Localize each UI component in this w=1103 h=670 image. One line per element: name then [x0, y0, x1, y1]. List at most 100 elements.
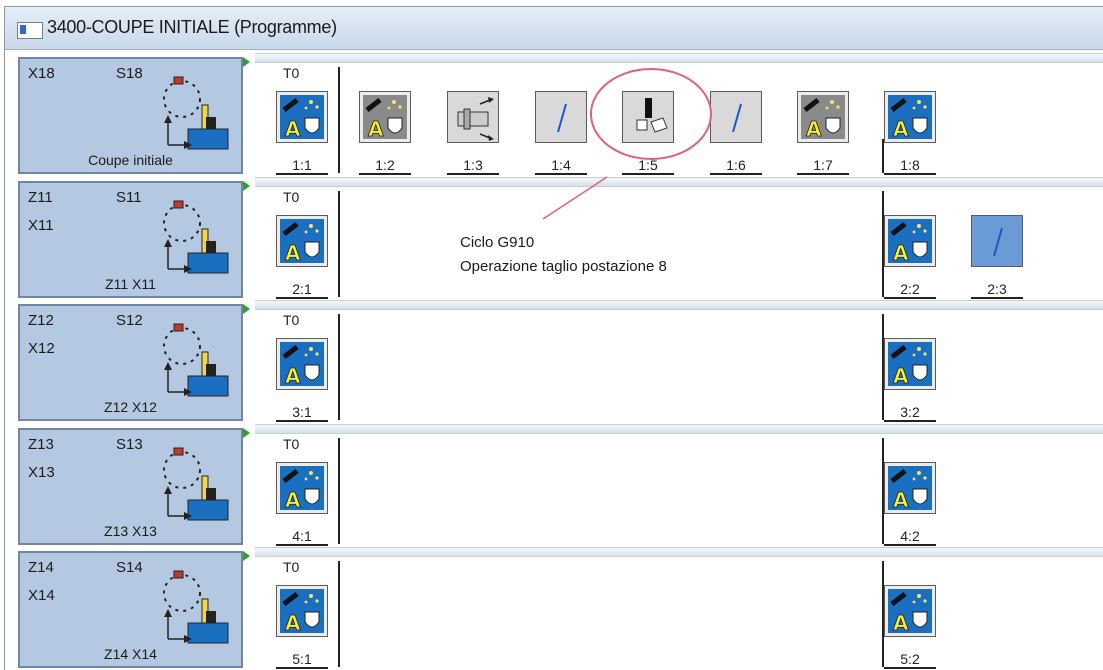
channel-header[interactable]: Z11 X11 S11 Z11 X11: [18, 181, 250, 298]
channel-row: X18 S18 Coupe initiale T0 A 1:1 A 1:2 1:3 1:4 1:5 1…: [5, 53, 1103, 176]
timeline-marker: [882, 139, 884, 173]
operation-1-3-button[interactable]: [447, 91, 499, 143]
channel-row: Z13 X13 S13 Z13 X13 T0 A 4:1 A 4:2: [5, 424, 1103, 547]
operation-label: 1:5: [638, 157, 658, 173]
operation-1-8-button[interactable]: A: [884, 91, 936, 143]
svg-text:A: A: [893, 117, 909, 141]
timeline-marker: [338, 438, 340, 544]
operation-baseline: [276, 544, 328, 546]
operation-baseline: [359, 173, 411, 175]
operation-label: 2:1: [292, 281, 312, 297]
channel-name: Z14 X14: [104, 646, 157, 662]
svg-text:A: A: [285, 488, 301, 512]
operation-1-1-button[interactable]: A: [276, 91, 328, 143]
channel-header[interactable]: Z12 X12 S12 Z12 X12: [18, 304, 250, 421]
channel-row: Z14 X14 S14 Z14 X14 T0 A 5:1 A 5:2: [5, 547, 1103, 670]
turret-icon: [163, 200, 229, 274]
operation-5-2-button[interactable]: A: [884, 585, 936, 637]
window-title: 3400-COUPE INITIALE (Programme): [47, 17, 337, 37]
tool-t0-label: T0: [283, 436, 300, 452]
operation-label: 4:2: [900, 528, 920, 544]
channel-name: Z13 X13: [104, 523, 157, 539]
operation-3-1-button[interactable]: A: [276, 338, 328, 390]
timeline-marker: [338, 314, 340, 420]
tool-icon: A: [888, 219, 932, 265]
annotation-line1: Ciclo G910: [460, 234, 535, 251]
title-bar[interactable]: 3400-COUPE INITIALE (Programme): [5, 7, 1103, 50]
operation-baseline: [276, 420, 328, 422]
svg-text:A: A: [285, 117, 301, 141]
channel-header[interactable]: X18 S18 Coupe initiale: [18, 57, 250, 174]
turret-icon: [163, 570, 229, 644]
slash-icon: [557, 103, 567, 133]
turret-graphic: [148, 318, 233, 400]
operation-baseline: [884, 173, 936, 175]
turret-icon: [163, 323, 229, 397]
operation-label: 3:2: [900, 404, 920, 420]
channel-header[interactable]: Z13 X13 S13 Z13 X13: [18, 428, 250, 545]
operation-1-7-button[interactable]: A: [797, 91, 849, 143]
operation-baseline: [447, 173, 499, 175]
timeline-marker: [338, 561, 340, 667]
tool-t0-label: T0: [283, 189, 300, 205]
operation-1-5-button[interactable]: [622, 91, 674, 143]
spindle-label: S11: [116, 189, 142, 206]
operation-1-6-button[interactable]: [710, 91, 762, 143]
annotation-line2: Operazione taglio postazione 8: [460, 258, 667, 275]
channel-row: Z12 X12 S12 Z12 X12 T0 A 3:1 A 3:2: [5, 300, 1103, 423]
axis-label-secondary: X13: [28, 464, 55, 481]
operation-2-3-button[interactable]: [971, 215, 1023, 267]
operation-4-2-button[interactable]: A: [884, 462, 936, 514]
svg-text:A: A: [285, 241, 301, 265]
axis-label-secondary: X11: [28, 217, 54, 234]
spindle-label: S14: [116, 559, 143, 576]
axis-label-secondary: X12: [28, 340, 55, 357]
operation-5-1-button[interactable]: A: [276, 585, 328, 637]
operation-1-4-button[interactable]: [535, 91, 587, 143]
spindle-label: S18: [116, 65, 143, 82]
cut-icon: [636, 98, 668, 133]
operation-baseline: [276, 173, 328, 175]
operation-label: 4:1: [292, 528, 312, 544]
svg-text:A: A: [893, 488, 909, 512]
operation-label: 1:3: [463, 157, 483, 173]
channel-name: Coupe initiale: [88, 152, 173, 168]
operation-2-2-button[interactable]: A: [884, 215, 936, 267]
svg-text:A: A: [285, 611, 301, 635]
operation-label: 1:1: [292, 157, 312, 173]
svg-text:A: A: [893, 241, 909, 265]
operation-label: 1:6: [726, 157, 746, 173]
turret-icon: [163, 447, 229, 521]
operation-3-2-button[interactable]: A: [884, 338, 936, 390]
tool-icon: A: [888, 342, 932, 388]
tool-gray-icon: A: [801, 95, 845, 141]
channel-header[interactable]: Z14 X14 S14 Z14 X14: [18, 551, 250, 668]
operation-baseline: [535, 173, 587, 175]
tool-gray-icon: A: [363, 95, 407, 141]
operation-label: 1:2: [375, 157, 395, 173]
tool-icon: A: [888, 589, 932, 635]
axis-label: Z14: [28, 559, 54, 576]
operation-baseline: [884, 544, 936, 546]
row-separator: [255, 177, 1103, 187]
operation-label: 5:2: [900, 651, 920, 667]
operation-label: 1:7: [813, 157, 833, 173]
operation-baseline: [622, 173, 674, 175]
row-separator: [255, 424, 1103, 434]
operation-baseline: [276, 297, 328, 299]
tool-t0-label: T0: [283, 65, 300, 81]
turret-icon: [163, 76, 229, 150]
svg-text:A: A: [893, 611, 909, 635]
operation-baseline: [884, 420, 936, 422]
operation-1-2-button[interactable]: A: [359, 91, 411, 143]
operation-2-1-button[interactable]: A: [276, 215, 328, 267]
svg-text:A: A: [893, 364, 909, 388]
tool-t0-label: T0: [283, 312, 300, 328]
tool-icon: A: [888, 95, 932, 141]
operation-4-1-button[interactable]: A: [276, 462, 328, 514]
channel-name: Z11 X11: [105, 276, 156, 292]
channel-row: Z11 X11 S11 Z11 X11 T0 A 2:1 A 2:2 2:3: [5, 177, 1103, 300]
operation-label: 2:2: [900, 281, 920, 297]
channel-name: Z12 X12: [104, 399, 157, 415]
svg-text:A: A: [368, 117, 384, 141]
